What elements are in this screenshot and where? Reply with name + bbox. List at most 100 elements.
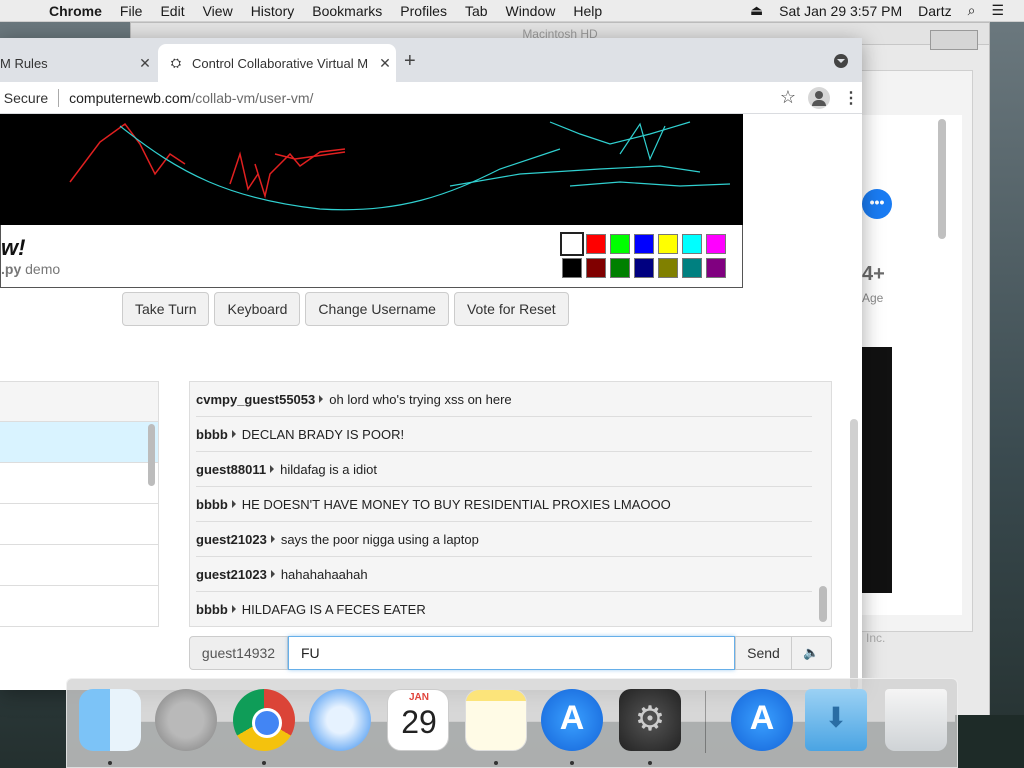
chat-username[interactable]: bbbb: [196, 602, 228, 617]
menu-window[interactable]: Window: [497, 3, 565, 19]
bookmark-star-icon[interactable]: ☆: [768, 87, 808, 108]
chrome-icon[interactable]: [233, 689, 295, 751]
send-button[interactable]: Send: [735, 636, 792, 670]
user-list-header: [0, 382, 158, 422]
color-swatch[interactable]: [634, 258, 654, 278]
drive-icon: [930, 30, 978, 50]
menu-bar-extras: ⏏ Sat Jan 29 3:57 PM Dartz ⌕ ☰: [742, 2, 1024, 19]
chat-arrow-icon: [270, 535, 275, 543]
current-username: guest14932: [189, 636, 288, 670]
page-content: w! .py demo Take Turn Keyboard Change Us…: [0, 114, 862, 690]
new-tab-plus-icon[interactable]: +: [404, 50, 416, 73]
chat-input[interactable]: [288, 636, 735, 670]
notification-center-icon[interactable]: ☰: [983, 2, 1012, 19]
color-swatch[interactable]: [610, 234, 630, 254]
color-swatch[interactable]: [586, 258, 606, 278]
volume-icon[interactable]: 🔈: [792, 636, 832, 670]
color-swatch[interactable]: [560, 232, 584, 256]
keyboard-button[interactable]: Keyboard: [214, 292, 301, 326]
take-turn-button[interactable]: Take Turn: [122, 292, 210, 326]
chat-arrow-icon: [270, 570, 275, 578]
tab-collab-vm[interactable]: ⛭ Control Collaborative Virtual M ✕: [158, 44, 396, 82]
developer-footer: Inc.: [866, 631, 886, 645]
tab-rules[interactable]: M Rules ✕: [0, 44, 156, 82]
chat-arrow-icon: [231, 430, 236, 438]
menu-file[interactable]: File: [111, 3, 152, 19]
finder-icon[interactable]: [79, 689, 141, 751]
app-store-download-icon[interactable]: A: [731, 689, 793, 751]
running-indicator: [262, 761, 266, 765]
calendar-icon[interactable]: JAN 29: [387, 689, 449, 751]
app-store-icon[interactable]: A: [541, 689, 603, 751]
spotlight-search-icon[interactable]: ⌕: [960, 2, 984, 19]
chat-username[interactable]: bbbb: [196, 427, 228, 442]
chrome-menu-icon[interactable]: ⋮: [840, 88, 862, 108]
chat-message: guest21023 hahahahaahah: [196, 557, 812, 592]
menu-tab[interactable]: Tab: [456, 3, 497, 19]
chat-username[interactable]: bbbb: [196, 497, 228, 512]
security-indicator[interactable]: t Secure: [0, 90, 48, 106]
menu-app-chrome[interactable]: Chrome: [40, 3, 111, 19]
chat-username[interactable]: guest21023: [196, 567, 267, 582]
profile-avatar-icon[interactable]: [808, 86, 830, 109]
change-username-button[interactable]: Change Username: [305, 292, 449, 326]
user-list-item[interactable]: [0, 422, 158, 463]
menu-bookmarks[interactable]: Bookmarks: [303, 3, 391, 19]
chat-username[interactable]: guest21023: [196, 532, 267, 547]
dock: JAN 29 A ⚙ A ⬇: [66, 678, 958, 768]
color-swatch[interactable]: [706, 258, 726, 278]
color-swatch[interactable]: [562, 258, 582, 278]
safari-icon[interactable]: [309, 689, 371, 751]
scrollbar[interactable]: [938, 119, 946, 239]
color-swatch[interactable]: [658, 234, 678, 254]
chrome-window: M Rules ✕ ⛭ Control Collaborative Virtua…: [0, 38, 862, 690]
browser-toolbar: t Secure computernewb.com/collab-vm/user…: [0, 82, 862, 114]
app-screenshot-thumb: [862, 347, 892, 593]
omnibox-separator: [58, 88, 60, 107]
menu-history[interactable]: History: [242, 3, 304, 19]
background-app-store-window[interactable]: ••• 4+ Age Inc.: [855, 70, 973, 645]
color-swatch[interactable]: [586, 234, 606, 254]
chat-scrollbar[interactable]: [819, 586, 827, 622]
chat-message: bbbb DECLAN BRADY IS POOR!: [196, 417, 812, 452]
notes-icon[interactable]: [465, 689, 527, 751]
user-name[interactable]: Dartz: [910, 3, 959, 19]
color-swatch[interactable]: [610, 258, 630, 278]
color-swatch[interactable]: [706, 234, 726, 254]
menu-edit[interactable]: Edit: [151, 3, 193, 19]
tab-search-chevron-icon[interactable]: [834, 54, 848, 68]
trash-icon[interactable]: [885, 689, 947, 751]
address-bar[interactable]: computernewb.com/collab-vm/user-vm/: [69, 90, 313, 106]
running-indicator: [570, 761, 574, 765]
user-list-scrollbar[interactable]: [148, 424, 155, 486]
menu-profiles[interactable]: Profiles: [391, 3, 456, 19]
color-swatch[interactable]: [682, 234, 702, 254]
launchpad-icon[interactable]: [155, 689, 217, 751]
more-options-icon[interactable]: •••: [862, 189, 892, 219]
menu-view[interactable]: View: [194, 3, 242, 19]
color-swatch[interactable]: [682, 258, 702, 278]
user-list-item[interactable]: [0, 545, 158, 586]
close-tab-icon[interactable]: ✕: [374, 55, 396, 72]
system-preferences-icon[interactable]: ⚙: [619, 689, 681, 751]
user-list-item[interactable]: [0, 463, 158, 504]
clock[interactable]: Sat Jan 29 3:57 PM: [771, 3, 910, 19]
page-scrollbar[interactable]: [850, 419, 858, 690]
vm-screen[interactable]: [0, 114, 743, 225]
running-indicator: [108, 761, 112, 765]
color-swatch[interactable]: [634, 234, 654, 254]
calendar-month: JAN: [408, 692, 429, 703]
chat-username[interactable]: cvmpy_guest55053: [196, 392, 315, 407]
menu-bar: Chrome File Edit View History Bookmarks …: [0, 0, 1024, 22]
vote-reset-button[interactable]: Vote for Reset: [453, 292, 569, 326]
chat-message: guest21023 says the poor nigga using a la…: [196, 522, 812, 557]
downloads-folder-icon[interactable]: ⬇: [805, 689, 867, 751]
eject-icon[interactable]: ⏏: [742, 2, 771, 19]
chat-message: bbbb HE DOESN'T HAVE MONEY TO BUY RESIDEN…: [196, 487, 812, 522]
user-list-item[interactable]: [0, 504, 158, 545]
chat-username[interactable]: guest88011: [196, 462, 266, 477]
tab-title: Control Collaborative Virtual M: [192, 55, 369, 71]
menu-help[interactable]: Help: [564, 3, 611, 19]
close-tab-icon[interactable]: ✕: [134, 55, 156, 72]
color-swatch[interactable]: [658, 258, 678, 278]
